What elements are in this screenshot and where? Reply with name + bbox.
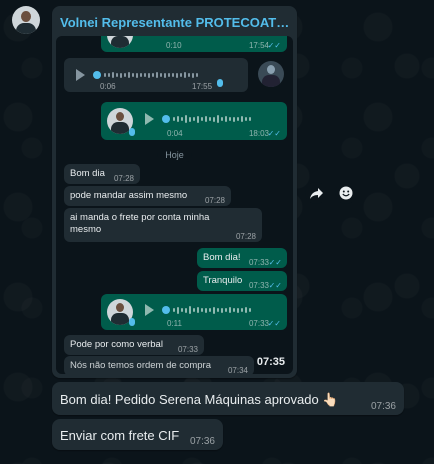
waveform — [104, 70, 198, 80]
voice-duration: 0:11 — [167, 319, 182, 328]
read-receipt-icon: ✓✓ — [267, 41, 281, 50]
playhead-icon — [162, 306, 170, 314]
play-icon — [145, 304, 154, 316]
sender-name[interactable]: Volnei Representante PROTECOATING... — [60, 15, 290, 30]
message-text: Bom dia! Pedido Serena Máquinas aprovado… — [60, 392, 339, 407]
message-text: Pode por como verbal — [70, 339, 163, 350]
message-text: Nós não temos ordem de compra — [70, 360, 211, 371]
message-time: 07:35 — [256, 356, 285, 368]
day-divider: Hoje — [157, 148, 192, 162]
message-time: 07:34 — [227, 366, 248, 374]
message-text: ai manda o frete por conta minha mesmo — [70, 212, 210, 235]
playhead-icon — [162, 115, 170, 123]
voice-time: 17:54 — [248, 41, 269, 50]
message-text: Bom dia — [70, 168, 105, 179]
playhead-icon — [93, 71, 101, 79]
message-time: 07:28 — [235, 232, 256, 241]
chat-message: Nós não temos ordem de compra 07:34 — [64, 356, 254, 374]
read-receipt-icon: ✓✓ — [267, 319, 281, 328]
emoji-icon[interactable] — [335, 182, 357, 204]
waveform — [173, 114, 251, 124]
screenshot-image: 0:10 17:54 ✓✓ 0:06 17:55 0:04 18:03 ✓✓ H… — [56, 36, 293, 374]
voice-message: 0:04 18:03 ✓✓ — [101, 102, 287, 140]
message-text: Bom dia! — [203, 252, 241, 263]
chat-message: Pode por como verbal 07:33 — [64, 335, 204, 355]
chat-message: Bom dia! 07:33 ✓✓ — [197, 248, 287, 268]
read-receipt-icon: ✓✓ — [268, 258, 282, 267]
voice-message: 0:11 07:33 ✓✓ — [101, 294, 287, 330]
voice-duration: 0:10 — [166, 41, 182, 50]
voice-message: 0:06 17:55 — [64, 58, 284, 92]
message-text: Enviar com frete CIF — [60, 428, 180, 443]
chat-message: Enviar com frete CIF 07:36 — [52, 419, 223, 450]
message-time: 07:28 — [204, 196, 225, 205]
message-time: 07:36 — [370, 401, 396, 412]
voice-avatar — [107, 36, 133, 48]
mic-icon — [129, 128, 135, 136]
forwarded-screenshot-message[interactable]: Volnei Representante PROTECOATING... 0:1… — [52, 6, 297, 378]
message-time: 07:28 — [113, 174, 134, 183]
forward-icon[interactable] — [305, 182, 327, 204]
mic-icon — [217, 79, 223, 87]
chat-message: Tranquilo 07:33 ✓✓ — [197, 271, 287, 291]
chat-message: Bom dia 07:28 — [64, 164, 140, 184]
sender-avatar[interactable] — [12, 6, 40, 34]
voice-time: 17:55 — [192, 82, 213, 91]
chat-message: ai manda o frete por conta minha mesmo 0… — [64, 208, 262, 242]
voice-avatar — [258, 61, 284, 87]
voice-message: 0:10 17:54 ✓✓ — [101, 36, 287, 52]
play-icon — [76, 69, 85, 81]
waveform — [173, 305, 251, 315]
voice-time: 18:03 — [248, 129, 269, 138]
message-time: 07:36 — [189, 436, 215, 447]
voice-duration: 0:06 — [100, 82, 116, 91]
message-text: pode mandar assim mesmo — [70, 190, 188, 201]
message-text: Tranquilo — [203, 275, 243, 286]
chat-message: Bom dia! Pedido Serena Máquinas aprovado… — [52, 382, 404, 415]
message-time: 07:33 — [177, 345, 198, 354]
voice-duration: 0:04 — [167, 129, 183, 138]
message-time: 07:33 — [248, 258, 269, 267]
chat-message: pode mandar assim mesmo 07:28 — [64, 186, 231, 206]
read-receipt-icon: ✓✓ — [268, 281, 282, 290]
voice-time: 07:33 — [248, 319, 269, 328]
read-receipt-icon: ✓✓ — [267, 129, 281, 138]
message-time: 07:33 — [248, 281, 269, 290]
play-icon — [145, 113, 154, 125]
mic-icon — [129, 318, 135, 326]
